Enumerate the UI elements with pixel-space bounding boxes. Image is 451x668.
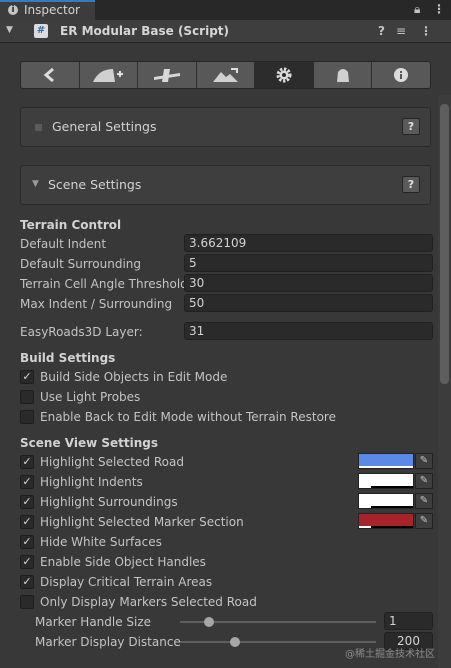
watermark: @稀土掘金技术社区	[345, 649, 435, 660]
build-settings-heading: Build Settings	[20, 351, 116, 365]
eyedropper-icon[interactable]: ✎	[415, 493, 433, 509]
eyedropper-icon[interactable]: ✎	[415, 513, 433, 529]
component-title: ER Modular Base (Script)	[60, 24, 230, 38]
inspector-tab[interactable]: i Inspector	[0, 0, 95, 20]
terrain-control-heading: Terrain Control	[20, 218, 122, 232]
only-markers-selected-toggle[interactable]	[20, 595, 34, 609]
use-light-probes-toggle[interactable]	[20, 390, 34, 404]
build-side-objects-label: Build Side Objects in Edit Mode	[40, 370, 228, 384]
collapse-arrow-icon[interactable]: ▼	[6, 25, 13, 35]
back-button[interactable]	[21, 62, 80, 88]
script-icon: #	[34, 24, 48, 38]
preset-icon[interactable]: ≡	[396, 24, 406, 38]
enable-back-edit-toggle[interactable]	[20, 410, 34, 424]
scrollbar-thumb[interactable]	[440, 104, 449, 384]
object-icon	[336, 69, 349, 82]
settings-gear-icon	[276, 67, 292, 83]
marker-distance-track[interactable]	[180, 641, 376, 643]
default-surrounding-label: Default Surrounding	[20, 257, 142, 271]
scene-help-button[interactable]: ?	[402, 176, 420, 193]
layer-field[interactable]: 31	[184, 322, 433, 340]
build-side-objects-toggle[interactable]: ✓	[20, 370, 34, 384]
highlight-marker-section-toggle[interactable]: ✓	[20, 515, 34, 529]
scene-view-heading: Scene View Settings	[20, 436, 158, 450]
road-junction-icon	[153, 69, 180, 82]
general-settings-label: General Settings	[52, 119, 157, 134]
max-indent-label: Max Indent / Surrounding	[20, 297, 173, 311]
context-menu-icon[interactable]: ⋮	[420, 24, 432, 38]
use-light-probes-label: Use Light Probes	[40, 390, 141, 404]
critical-terrain-toggle[interactable]: ✓	[20, 575, 34, 589]
info-button[interactable]	[372, 62, 430, 88]
max-indent-field[interactable]: 50	[184, 294, 433, 312]
hide-white-surfaces-toggle[interactable]: ✓	[20, 535, 34, 549]
highlight-marker-section-color[interactable]	[358, 513, 414, 529]
back-arrow-icon	[43, 67, 54, 83]
marker-distance-label: Marker Display Distance	[35, 635, 181, 649]
cell-angle-label: Terrain Cell Angle Threshold	[20, 277, 188, 291]
highlight-road-color[interactable]	[358, 453, 414, 469]
critical-terrain-label: Display Critical Terrain Areas	[40, 575, 213, 589]
enable-back-edit-label: Enable Back to Edit Mode without Terrain…	[40, 410, 336, 424]
marker-handle-size-label: Marker Handle Size	[35, 615, 152, 629]
add-road-icon	[93, 69, 124, 82]
highlight-road-label: Highlight Selected Road	[40, 455, 184, 469]
terrain-button[interactable]	[196, 62, 256, 88]
default-indent-label: Default Indent	[20, 237, 107, 251]
highlight-road-toggle[interactable]: ✓	[20, 455, 34, 469]
lock-icon[interactable]: 🔒︎	[414, 2, 420, 17]
layer-label: EasyRoads3D Layer:	[20, 325, 143, 339]
only-markers-selected-label: Only Display Markers Selected Road	[40, 595, 257, 609]
add-road-button[interactable]	[79, 62, 139, 88]
general-settings-foldout[interactable]: General Settings ?	[20, 107, 431, 147]
side-object-handles-toggle[interactable]: ✓	[20, 555, 34, 569]
highlight-surroundings-color[interactable]	[358, 493, 414, 509]
object-button[interactable]	[313, 62, 373, 88]
foldout-arrow-icon: ▼	[32, 179, 39, 189]
hide-white-surfaces-label: Hide White Surfaces	[40, 535, 162, 549]
scene-settings-label: Scene Settings	[48, 177, 142, 192]
inspector-tab-label: Inspector	[24, 3, 80, 17]
highlight-indents-toggle[interactable]: ✓	[20, 475, 34, 489]
info-icon	[394, 68, 409, 82]
marker-distance-knob[interactable]	[229, 637, 240, 647]
default-surrounding-field[interactable]: 5	[184, 254, 433, 272]
more-options-icon[interactable]: ⋮	[433, 2, 445, 16]
info-icon: i	[8, 5, 18, 15]
help-icon[interactable]: ?	[378, 24, 385, 38]
side-object-handles-label: Enable Side Object Handles	[40, 555, 206, 569]
highlight-surroundings-toggle[interactable]: ✓	[20, 495, 34, 509]
terrain-icon	[212, 68, 238, 82]
highlight-indents-label: Highlight Indents	[40, 475, 143, 489]
highlight-indents-color[interactable]	[358, 473, 414, 489]
default-indent-field[interactable]: 3.662109	[184, 234, 433, 252]
eyedropper-icon[interactable]: ✎	[415, 473, 433, 489]
road-junction-button[interactable]	[138, 62, 197, 88]
highlight-surroundings-label: Highlight Surroundings	[40, 495, 178, 509]
general-help-button[interactable]: ?	[402, 118, 420, 135]
marker-handle-size-field[interactable]: 1	[384, 612, 433, 630]
marker-handle-size-knob[interactable]	[204, 617, 215, 627]
foldout-square-icon	[35, 124, 42, 131]
scene-settings-foldout[interactable]: ▼ Scene Settings ?	[20, 165, 431, 205]
highlight-marker-section-label: Highlight Selected Marker Section	[40, 515, 244, 529]
tool-toolbar	[20, 61, 431, 89]
cell-angle-field[interactable]: 30	[184, 274, 433, 292]
eyedropper-icon[interactable]: ✎	[415, 453, 433, 469]
settings-button[interactable]	[255, 62, 314, 88]
